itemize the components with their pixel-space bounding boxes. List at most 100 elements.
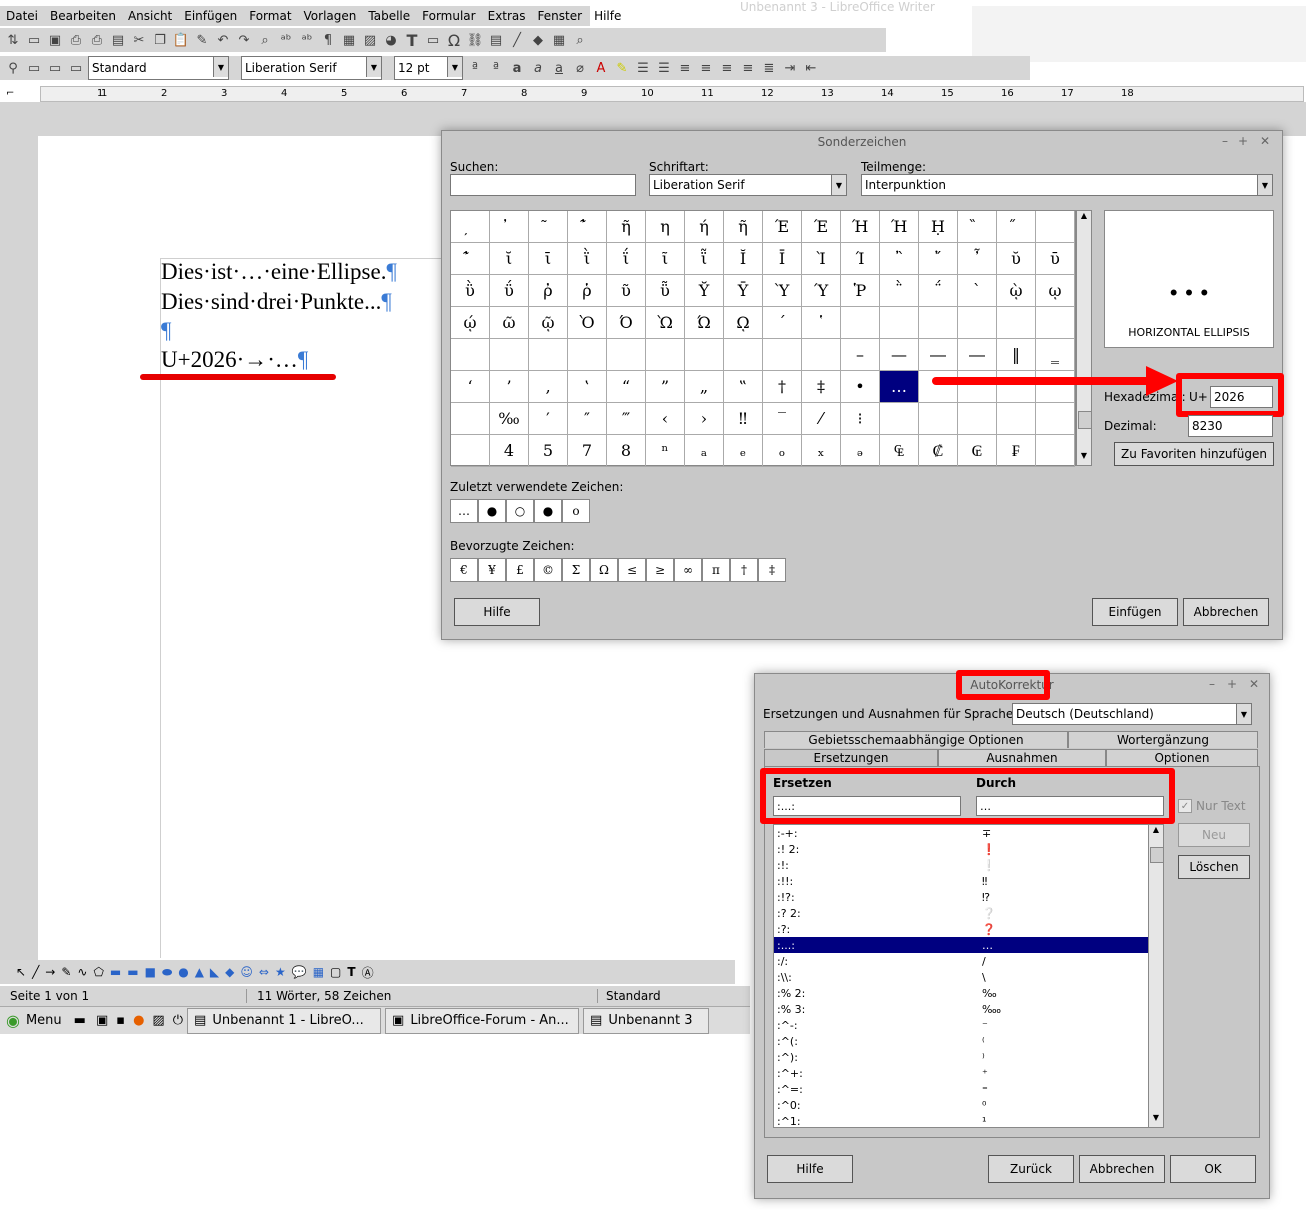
scroll-up-icon[interactable]: ▲ xyxy=(1149,825,1163,839)
char-cell[interactable]: ₑ xyxy=(724,435,763,467)
char-cell[interactable]: Ῥ xyxy=(841,275,880,307)
char-cell[interactable]: 5 xyxy=(529,435,568,467)
font-color-icon[interactable]: A xyxy=(592,59,610,77)
char-cell[interactable]: Ή xyxy=(880,211,919,243)
scroll-down-icon[interactable]: ▼ xyxy=(1077,451,1091,465)
char-cell[interactable]: 8 xyxy=(607,435,646,467)
char-cell[interactable] xyxy=(529,339,568,371)
char-cell[interactable]: ‛ xyxy=(568,371,607,403)
char-cell[interactable] xyxy=(958,307,997,339)
print-icon[interactable]: ⎙ xyxy=(88,31,106,49)
text-only-checkbox[interactable]: ✓ Nur Text xyxy=(1178,799,1246,813)
polygon-icon[interactable]: ⬠ xyxy=(93,965,103,979)
text-icon[interactable]: T xyxy=(347,965,355,979)
char-cell[interactable]: ` xyxy=(958,275,997,307)
subset-select[interactable]: Interpunktion ▼ xyxy=(861,174,1273,196)
favorite-char[interactable]: ≥ xyxy=(646,558,674,582)
list-item[interactable]: :^=: ⁼ xyxy=(774,1081,1162,1097)
favorite-char[interactable]: £ xyxy=(506,558,534,582)
double-arrow-icon[interactable]: ⇔ xyxy=(259,965,269,979)
char-cell[interactable] xyxy=(880,307,919,339)
char-cell[interactable]: † xyxy=(763,371,802,403)
char-cell[interactable]: – xyxy=(841,339,880,371)
favorite-char[interactable]: ¥ xyxy=(478,558,506,582)
char-cell[interactable]: ῠ xyxy=(997,243,1036,275)
help-button[interactable]: Hilfe xyxy=(767,1155,853,1183)
delete-button[interactable]: Löschen xyxy=(1178,855,1250,879)
char-cell[interactable]: ′ xyxy=(529,403,568,435)
terminal-icon[interactable]: ▪ xyxy=(116,1013,125,1028)
char-cell[interactable]: 7 xyxy=(568,435,607,467)
list-item[interactable]: :? 2: ❔ xyxy=(774,905,1162,921)
tab-options[interactable]: Optionen xyxy=(1106,749,1258,766)
char-cell[interactable]: ₠ xyxy=(880,435,919,467)
files-icon[interactable]: ▣ xyxy=(96,1013,108,1028)
diamond-icon[interactable]: ◆ xyxy=(225,965,234,979)
back-button[interactable]: Zurück xyxy=(988,1155,1074,1183)
char-cell[interactable]: ” xyxy=(646,371,685,403)
list-item[interactable]: :^+: ⁺ xyxy=(774,1065,1162,1081)
char-cell[interactable]: ‴ xyxy=(607,403,646,435)
dec-input[interactable]: 8230 xyxy=(1188,415,1273,437)
highlight-icon[interactable]: ✎ xyxy=(613,59,631,77)
clone-format-icon[interactable]: ✎ xyxy=(193,31,211,49)
table-icon[interactable]: ▦ xyxy=(340,31,358,49)
char-cell[interactable] xyxy=(958,403,997,435)
char-cell[interactable]: ̋ xyxy=(997,211,1036,243)
char-cell[interactable]: Ῠ xyxy=(685,275,724,307)
autospell-icon[interactable]: ᵃᵇ xyxy=(298,31,316,49)
doc-line-2[interactable]: Dies·sind·drei·Punkte...¶ xyxy=(161,289,392,315)
favorite-char[interactable]: † xyxy=(730,558,758,582)
char-cell[interactable]: ῆ xyxy=(607,211,646,243)
binoculars-icon[interactable]: ⚲ xyxy=(4,59,22,77)
outdent-icon[interactable]: ⇤ xyxy=(802,59,820,77)
bold-icon[interactable]: a xyxy=(508,59,526,77)
char-cell[interactable]: — xyxy=(880,339,919,371)
char-cell[interactable] xyxy=(997,307,1036,339)
font-size-select[interactable]: 12 pt ▼ xyxy=(394,56,463,80)
star-icon[interactable]: ★ xyxy=(275,965,286,979)
char-cell[interactable] xyxy=(1036,403,1075,435)
menu-format[interactable]: Format xyxy=(243,9,297,23)
open-icon[interactable]: ▭ xyxy=(25,31,43,49)
recent-char[interactable]: o xyxy=(562,499,590,523)
char-cell[interactable]: ῦ xyxy=(607,275,646,307)
favorite-char[interactable]: Σ xyxy=(562,558,590,582)
grow-font-icon[interactable]: ª xyxy=(466,59,484,77)
list-item[interactable]: :...:… xyxy=(774,937,1162,953)
list-item[interactable]: :!: ❕ xyxy=(774,857,1162,873)
char-cell[interactable] xyxy=(1036,435,1075,467)
char-cell[interactable]: ῆ xyxy=(724,211,763,243)
menu-ansicht[interactable]: Ansicht xyxy=(122,9,178,23)
list-item[interactable]: :^(: ⁽ xyxy=(774,1033,1162,1049)
scroll-thumb[interactable] xyxy=(1078,411,1092,429)
underline-icon[interactable]: a xyxy=(550,59,568,77)
rectangle-icon[interactable]: ▬ xyxy=(110,965,121,979)
comment-icon[interactable]: ▤ xyxy=(487,31,505,49)
char-cell[interactable]: ‡ xyxy=(802,371,841,403)
menu-einfuegen[interactable]: Einfügen xyxy=(178,9,243,23)
char-cell[interactable] xyxy=(919,307,958,339)
char-cell[interactable]: Ώ xyxy=(685,307,724,339)
char-cell[interactable] xyxy=(880,403,919,435)
char-cell[interactable] xyxy=(646,339,685,371)
list-item[interactable]: :!?: ⁉ xyxy=(774,889,1162,905)
char-cell[interactable]: ₐ xyxy=(685,435,724,467)
numbering-icon[interactable]: ☰ xyxy=(655,59,673,77)
bullets-icon[interactable]: ☰ xyxy=(634,59,652,77)
favorite-char[interactable]: © xyxy=(534,558,562,582)
firefox-icon[interactable]: ● xyxy=(133,1013,144,1028)
doc-line-3[interactable]: ¶ xyxy=(161,318,171,344)
menu-datei[interactable]: Datei xyxy=(0,9,44,23)
minimize-icon[interactable]: – xyxy=(1222,134,1228,148)
font-name-select[interactable]: Liberation Serif ▼ xyxy=(241,56,382,80)
maximize-icon[interactable]: + xyxy=(1238,134,1248,148)
font-select[interactable]: Liberation Serif ▼ xyxy=(649,174,847,196)
char-cell[interactable]: ⁿ xyxy=(646,435,685,467)
chart-icon[interactable]: ◕ xyxy=(382,31,400,49)
textbox-icon[interactable]: T xyxy=(403,31,421,50)
tab-stop-icon[interactable]: ⌐ xyxy=(6,88,14,99)
menu-tabelle[interactable]: Tabelle xyxy=(362,9,416,23)
char-cell[interactable]: ₡ xyxy=(919,435,958,467)
favorite-char[interactable]: € xyxy=(450,558,478,582)
